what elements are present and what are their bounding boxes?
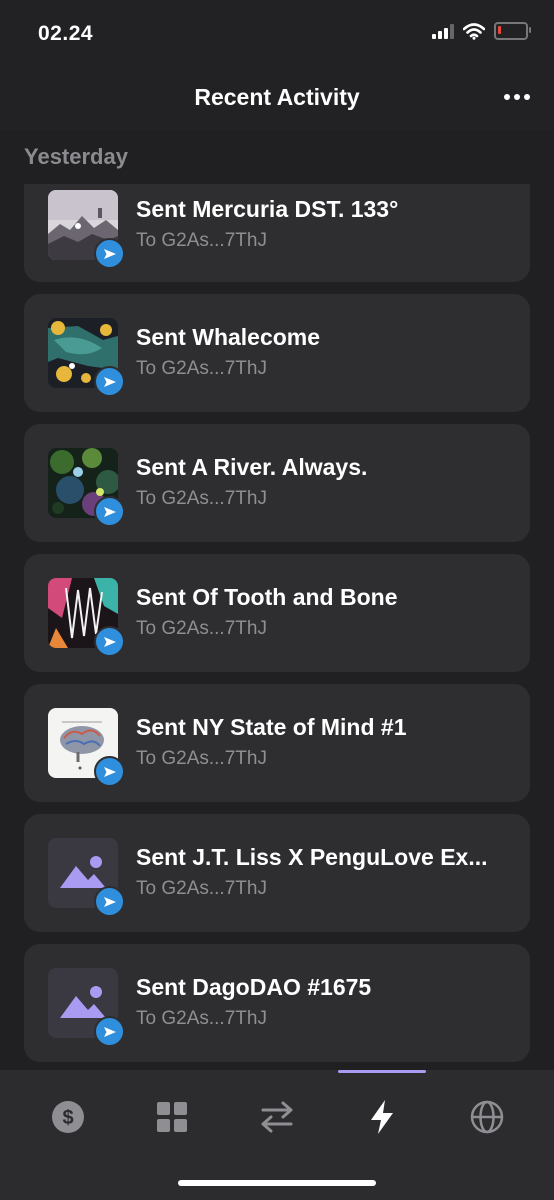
battery-icon xyxy=(494,22,531,40)
activity-recipient: To G2As...7ThJ xyxy=(136,748,267,769)
activity-item[interactable]: Sent Whalecome To G2As...7ThJ xyxy=(24,294,530,412)
send-icon xyxy=(94,1016,125,1047)
activity-item[interactable]: Sent Mercuria DST. 133° To G2As...7ThJ xyxy=(24,184,530,282)
send-icon xyxy=(94,496,125,527)
activity-recipient: To G2As...7ThJ xyxy=(136,618,267,639)
tab-wallet[interactable]: $ xyxy=(38,1092,98,1142)
send-icon xyxy=(94,626,125,657)
status-icons xyxy=(432,22,531,40)
tab-swap[interactable] xyxy=(247,1092,307,1142)
more-options-button[interactable] xyxy=(504,94,530,100)
activity-list-container[interactable]: Yesterday Sent Mercuria DST. 133° To G2A… xyxy=(0,130,554,1070)
lightning-icon xyxy=(371,1100,393,1134)
home-indicator[interactable] xyxy=(178,1180,376,1186)
active-tab-indicator xyxy=(338,1070,426,1073)
activity-title: Sent Of Tooth and Bone xyxy=(136,584,398,610)
grid-icon xyxy=(157,1102,187,1132)
cellular-signal-icon xyxy=(432,23,454,39)
more-dot xyxy=(514,94,520,100)
swap-icon xyxy=(261,1101,293,1133)
activity-title: Sent Whalecome xyxy=(136,324,321,350)
header: Recent Activity xyxy=(0,64,554,130)
activity-recipient: To G2As...7ThJ xyxy=(136,358,267,379)
status-time: 02.24 xyxy=(38,22,94,45)
activity-item[interactable]: Sent Of Tooth and Bone To G2As...7ThJ xyxy=(24,554,530,672)
more-dot xyxy=(524,94,530,100)
more-dot xyxy=(504,94,510,100)
svg-text:$: $ xyxy=(62,1107,73,1129)
activity-recipient: To G2As...7ThJ xyxy=(136,230,267,251)
send-icon xyxy=(94,238,125,269)
activity-recipient: To G2As...7ThJ xyxy=(136,1008,267,1029)
tab-activity[interactable] xyxy=(352,1092,412,1142)
activity-list: Sent Mercuria DST. 133° To G2As...7ThJ S… xyxy=(24,184,530,1070)
activity-title: Sent DagoDAO #1675 xyxy=(136,974,372,1000)
activity-title: Sent NY State of Mind #1 xyxy=(136,714,407,740)
activity-title: Sent A River. Always. xyxy=(136,454,368,480)
send-icon xyxy=(94,366,125,397)
activity-recipient: To G2As...7ThJ xyxy=(136,488,267,509)
dollar-icon: $ xyxy=(52,1101,84,1133)
send-icon xyxy=(94,886,125,917)
status-bar: 02.24 xyxy=(0,0,554,64)
send-icon xyxy=(94,756,125,787)
wifi-icon xyxy=(463,22,485,40)
section-title: Yesterday xyxy=(24,144,128,169)
activity-item[interactable]: Sent DagoDAO #1675 To G2As...7ThJ xyxy=(24,944,530,1062)
activity-item[interactable]: Sent NY State of Mind #1 To G2As...7ThJ xyxy=(24,684,530,802)
tab-browser[interactable] xyxy=(457,1092,517,1142)
activity-item[interactable]: Sent A River. Always. To G2As...7ThJ xyxy=(24,424,530,542)
activity-title: Sent J.T. Liss X PenguLove Ex... xyxy=(136,844,488,870)
activity-title: Sent Mercuria DST. 133° xyxy=(136,196,399,222)
activity-item[interactable]: Sent J.T. Liss X PenguLove Ex... To G2As… xyxy=(24,814,530,932)
globe-icon xyxy=(470,1100,504,1134)
tab-collectibles[interactable] xyxy=(142,1092,202,1142)
page-title: Recent Activity xyxy=(194,84,360,110)
activity-recipient: To G2As...7ThJ xyxy=(136,878,267,899)
